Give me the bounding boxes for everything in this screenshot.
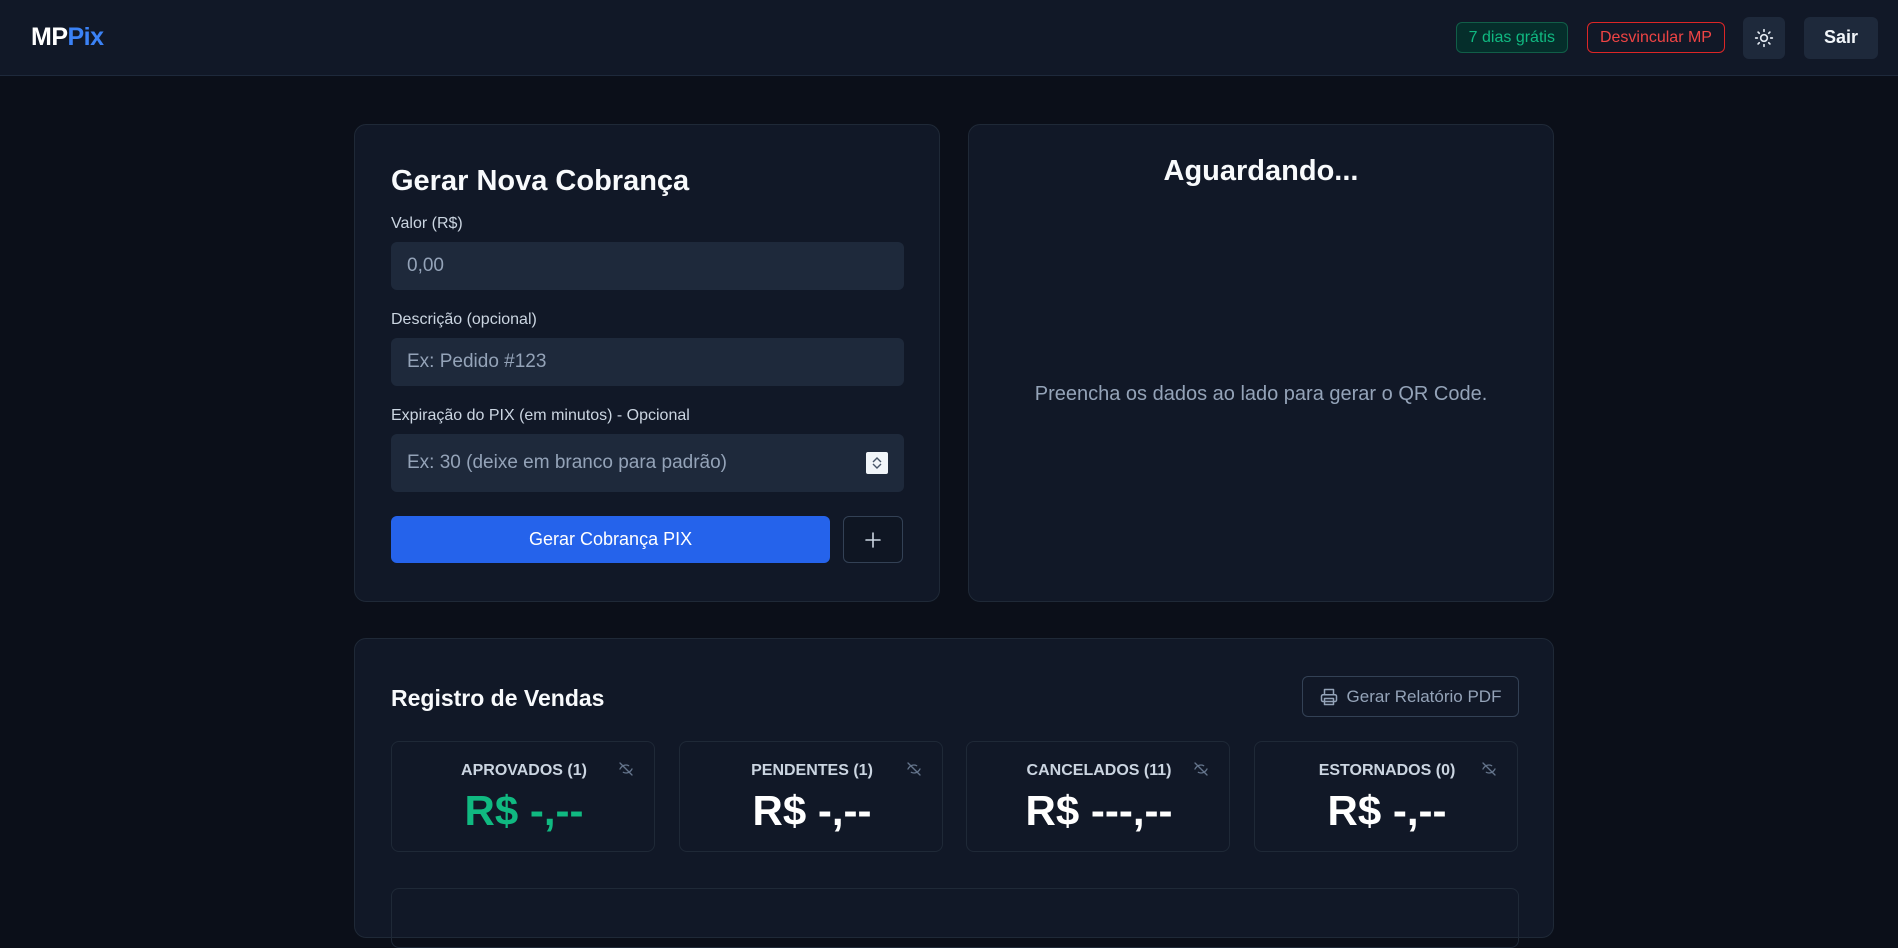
eye-off-icon[interactable]	[1193, 761, 1209, 777]
form-actions: Gerar Cobrança PIX	[391, 516, 903, 563]
stat-value: R$ -,--	[464, 787, 584, 834]
qr-code-card: Aguardando... Preencha os dados ao lado …	[968, 124, 1554, 602]
report-button-label: Gerar Relatório PDF	[1346, 686, 1502, 706]
header-actions: 7 dias grátis Desvincular MP Sair	[1455, 16, 1878, 59]
qr-status-title: Aguardando...	[1163, 155, 1359, 187]
description-input[interactable]: Ex: Pedido #123	[391, 338, 904, 386]
sales-table-panel	[391, 888, 1519, 948]
new-charge-title: Gerar Nova Cobrança	[391, 165, 690, 197]
stat-value: R$ -,--	[752, 787, 872, 834]
stat-label: PENDENTES (1)	[751, 762, 873, 779]
generate-pix-button[interactable]: Gerar Cobrança PIX	[391, 516, 831, 563]
qr-hint-text: Preencha os dados ao lado para gerar o Q…	[1034, 383, 1488, 405]
plus-icon	[865, 531, 881, 548]
eye-off-icon[interactable]	[618, 761, 634, 777]
logout-button[interactable]: Sair	[1803, 16, 1878, 59]
eye-off-icon[interactable]	[1481, 761, 1497, 777]
top-bar: MPPix 7 dias grátis Desvincular MP Sair	[0, 0, 1898, 76]
sales-log-card: Registro de Vendas Gerar Relatório PDF A…	[354, 638, 1554, 948]
expiration-label: Expiração do PIX (em minutos) - Opcional	[391, 407, 690, 424]
sales-log-title: Registro de Vendas	[391, 685, 605, 711]
stat-label: CANCELADOS (11)	[1026, 762, 1172, 779]
printer-icon	[1320, 688, 1337, 705]
app-logo[interactable]: MPPix	[31, 23, 104, 52]
expiration-input[interactable]: Ex: 30 (deixe em branco para padrão)	[391, 434, 904, 492]
stat-value: R$ -,--	[1327, 787, 1447, 834]
amount-input[interactable]: 0,00	[391, 242, 904, 290]
generate-pdf-report-button[interactable]: Gerar Relatório PDF	[1302, 676, 1519, 717]
number-spinner[interactable]	[866, 452, 888, 474]
unlink-mp-button[interactable]: Desvincular MP	[1586, 22, 1725, 53]
stat-cancelled: CANCELADOS (11) R$ ---,--	[966, 741, 1230, 852]
amount-label: Valor (R$)	[391, 215, 463, 232]
trial-badge: 7 dias grátis	[1455, 22, 1568, 53]
new-charge-card: Gerar Nova Cobrança Valor (R$) 0,00 Desc…	[354, 124, 940, 602]
stat-pending: PENDENTES (1) R$ -,--	[679, 741, 943, 852]
sun-icon	[1754, 28, 1774, 47]
chevron-down-icon	[872, 463, 882, 469]
stat-label: ESTORNADOS (0)	[1318, 762, 1456, 779]
stat-refunded: ESTORNADOS (0) R$ -,--	[1254, 741, 1518, 852]
stat-label: APROVADOS (1)	[461, 762, 587, 779]
logo-pix: Pix	[67, 23, 105, 51]
theme-toggle-button[interactable]	[1742, 16, 1785, 59]
add-button[interactable]	[843, 516, 903, 563]
expiration-placeholder: Ex: 30 (deixe em branco para padrão)	[407, 452, 728, 473]
description-label: Descrição (opcional)	[391, 311, 537, 328]
stat-value: R$ ---,--	[1025, 787, 1173, 834]
logo-mp: MP	[31, 23, 68, 51]
eye-off-icon[interactable]	[906, 761, 922, 777]
stat-approved: APROVADOS (1) R$ -,--	[391, 741, 655, 852]
